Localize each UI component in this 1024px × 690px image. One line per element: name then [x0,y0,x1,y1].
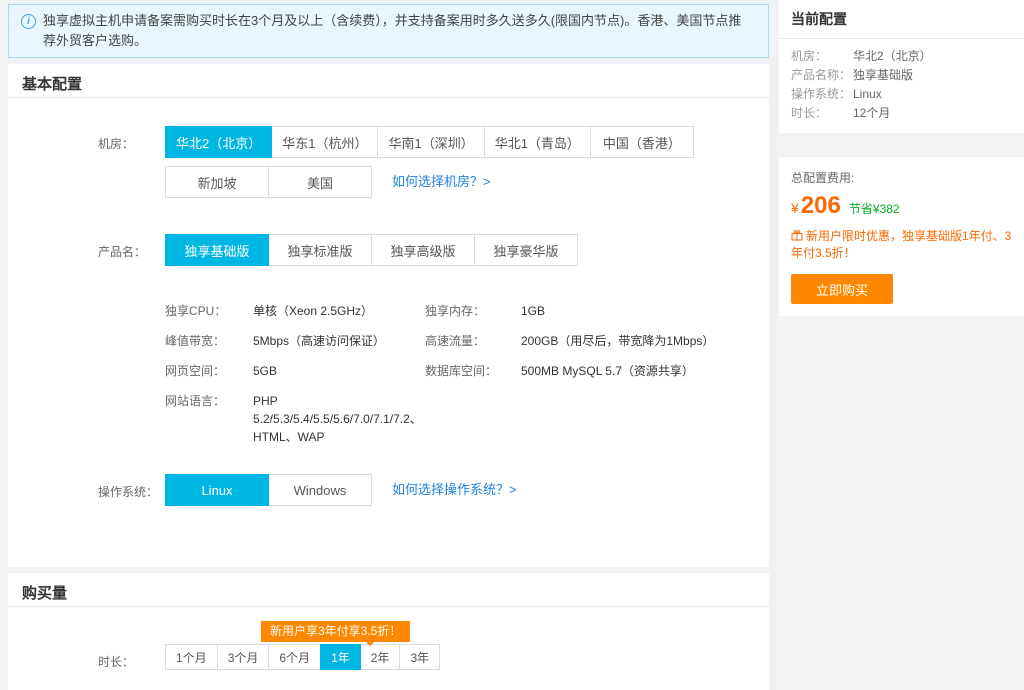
price-card: 总配置费用: ¥ 206 节省¥382 新用户限时优惠，独享基础版1年付、3年付… [779,157,1024,316]
duration-option-1y[interactable]: 1年 [320,644,361,670]
config-row-duration: 时长： 12个月 [791,104,1012,123]
gift-icon [791,229,803,241]
datacenter-help-link[interactable]: 如何选择机房？> [392,166,491,198]
sidebar-divider [779,133,1024,157]
spec-label: 数据库空间： [425,362,521,380]
duration-row: 时长： 新用户享3年付享3.5折！ 1个月 3个月 6个月 1年 2年 3年 [8,644,769,670]
spec-label: 高速流量： [425,332,521,350]
config-row-value: 12个月 [853,104,890,123]
config-row-product: 产品名称： 独享基础版 [791,66,1012,85]
currency-symbol: ¥ [791,200,799,216]
datacenter-option-6[interactable]: 新加坡 [165,166,269,198]
product-specs: 独享CPU： 单核（Xeon 2.5GHz） 独享内存： 1GB 峰值带宽： 5… [165,302,726,446]
purchase-title: 购买量 [8,573,769,607]
spec-value: 5Mbps（高速访问保证） [253,332,425,350]
datacenter-options-row1: 华北2（北京） 华东1（杭州） 华南1（深圳） 华北1（青岛） 中国（香港） [165,126,694,158]
config-row-label: 操作系统： [791,85,853,104]
product-row: 产品名： 独享基础版 独享标准版 独享高级版 独享豪华版 [8,234,769,266]
main-column: i 独享虚拟主机申请备案需购买时长在3个月及以上（含续费），并支持备案用时多久送… [0,0,769,690]
notice-text: 独享虚拟主机申请备案需购买时长在3个月及以上（含续费），并支持备案用时多久送多久… [43,13,741,48]
current-config-card: 当前配置 机房： 华北2（北京） 产品名称： 独享基础版 操作系统： Linux… [779,0,1024,133]
datacenter-option-7[interactable]: 美国 [268,166,372,198]
duration-option-6m[interactable]: 6个月 [268,644,321,670]
spec-value: 200GB（用尽后，带宽降为1Mbps） [521,332,726,350]
os-help-link[interactable]: 如何选择操作系统？> [392,474,517,506]
datacenter-option-2[interactable]: 华东1（杭州） [271,126,378,158]
savings-badge: 节省¥382 [849,200,900,217]
spec-value: 500MB MySQL 5.7（资源共享） [521,362,726,380]
spec-value: 单核（Xeon 2.5GHz） [253,302,425,320]
datacenter-option-3[interactable]: 华南1（深圳） [377,126,484,158]
config-row-label: 机房： [791,47,853,66]
spec-label: 独享内存： [425,302,521,320]
info-icon: i [21,14,36,29]
spec-value: 5GB [253,362,425,380]
total-price: 206 [801,192,841,220]
duration-option-3m[interactable]: 3个月 [217,644,270,670]
datacenter-label: 机房： [98,126,165,152]
spec-label: 网站语言： [165,392,253,410]
specs-label-spacer [98,302,165,311]
os-options: Linux Windows 如何选择操作系统？> [165,474,517,506]
duration-label: 时长： [98,644,165,670]
buy-now-button[interactable]: 立即购买 [791,274,893,304]
spec-label: 网页空间： [165,362,253,380]
spec-value: 1GB [521,302,726,320]
spec-value: PHP 5.2/5.3/5.4/5.5/5.6/7.0/7.1/7.2、HTML… [253,392,425,446]
basic-config-panel: 基本配置 机房： 华北2（北京） 华东1（杭州） 华南1（深圳） 华北1（青岛）… [8,64,769,567]
datacenter-option-1[interactable]: 华北2（北京） [165,126,272,158]
purchase-panel: 购买量 时长： 新用户享3年付享3.5折！ 1个月 3个月 6个月 1年 2年 … [8,573,769,690]
current-config-sidebar: 当前配置 机房： 华北2（北京） 产品名称： 独享基础版 操作系统： Linux… [779,0,1024,316]
datacenter-row: 机房： 华北2（北京） 华东1（杭州） 华南1（深圳） 华北1（青岛） 中国（香… [8,126,769,198]
os-row: 操作系统： Linux Windows 如何选择操作系统？> [8,474,769,506]
product-option-1[interactable]: 独享基础版 [165,234,269,266]
config-row-datacenter: 机房： 华北2（北京） [791,47,1012,66]
spec-label: 峰值带宽： [165,332,253,350]
product-option-4[interactable]: 独享豪华版 [474,234,578,266]
notice-banner: i 独享虚拟主机申请备案需购买时长在3个月及以上（含续费），并支持备案用时多久送… [8,4,769,58]
product-label: 产品名： [98,234,165,260]
config-row-value: Linux [853,85,882,104]
current-config-title: 当前配置 [779,0,1024,39]
specs-row: 独享CPU： 单核（Xeon 2.5GHz） 独享内存： 1GB 峰值带宽： 5… [8,302,769,446]
new-user-promo-tooltip: 新用户享3年付享3.5折！ [261,621,410,642]
promo-text: 新用户限时优惠，独享基础版1年付、3年付3.5折！ [791,229,1011,260]
product-option-3[interactable]: 独享高级版 [371,234,475,266]
total-cost-label: 总配置费用: [791,169,1012,186]
datacenter-option-5[interactable]: 中国（香港） [590,126,694,158]
product-option-2[interactable]: 独享标准版 [268,234,372,266]
config-row-label: 产品名称： [791,66,853,85]
duration-option-1m[interactable]: 1个月 [165,644,218,670]
promo-note: 新用户限时优惠，独享基础版1年付、3年付3.5折！ [791,228,1012,262]
duration-options: 1个月 3个月 6个月 1年 2年 3年 [165,644,440,670]
basic-config-title: 基本配置 [8,64,769,98]
datacenter-option-4[interactable]: 华北1（青岛） [484,126,591,158]
product-options: 独享基础版 独享标准版 独享高级版 独享豪华版 [165,234,578,266]
config-row-os: 操作系统： Linux [791,85,1012,104]
os-label: 操作系统： [98,474,165,500]
os-option-linux[interactable]: Linux [165,474,269,506]
config-row-value: 独享基础版 [853,66,913,85]
os-option-windows[interactable]: Windows [268,474,372,506]
config-row-label: 时长： [791,104,853,123]
spec-label: 独享CPU： [165,302,253,320]
duration-option-3y[interactable]: 3年 [399,644,440,670]
datacenter-options-row2: 新加坡 美国 如何选择机房？> [165,166,694,198]
config-row-value: 华北2（北京） [853,47,932,66]
